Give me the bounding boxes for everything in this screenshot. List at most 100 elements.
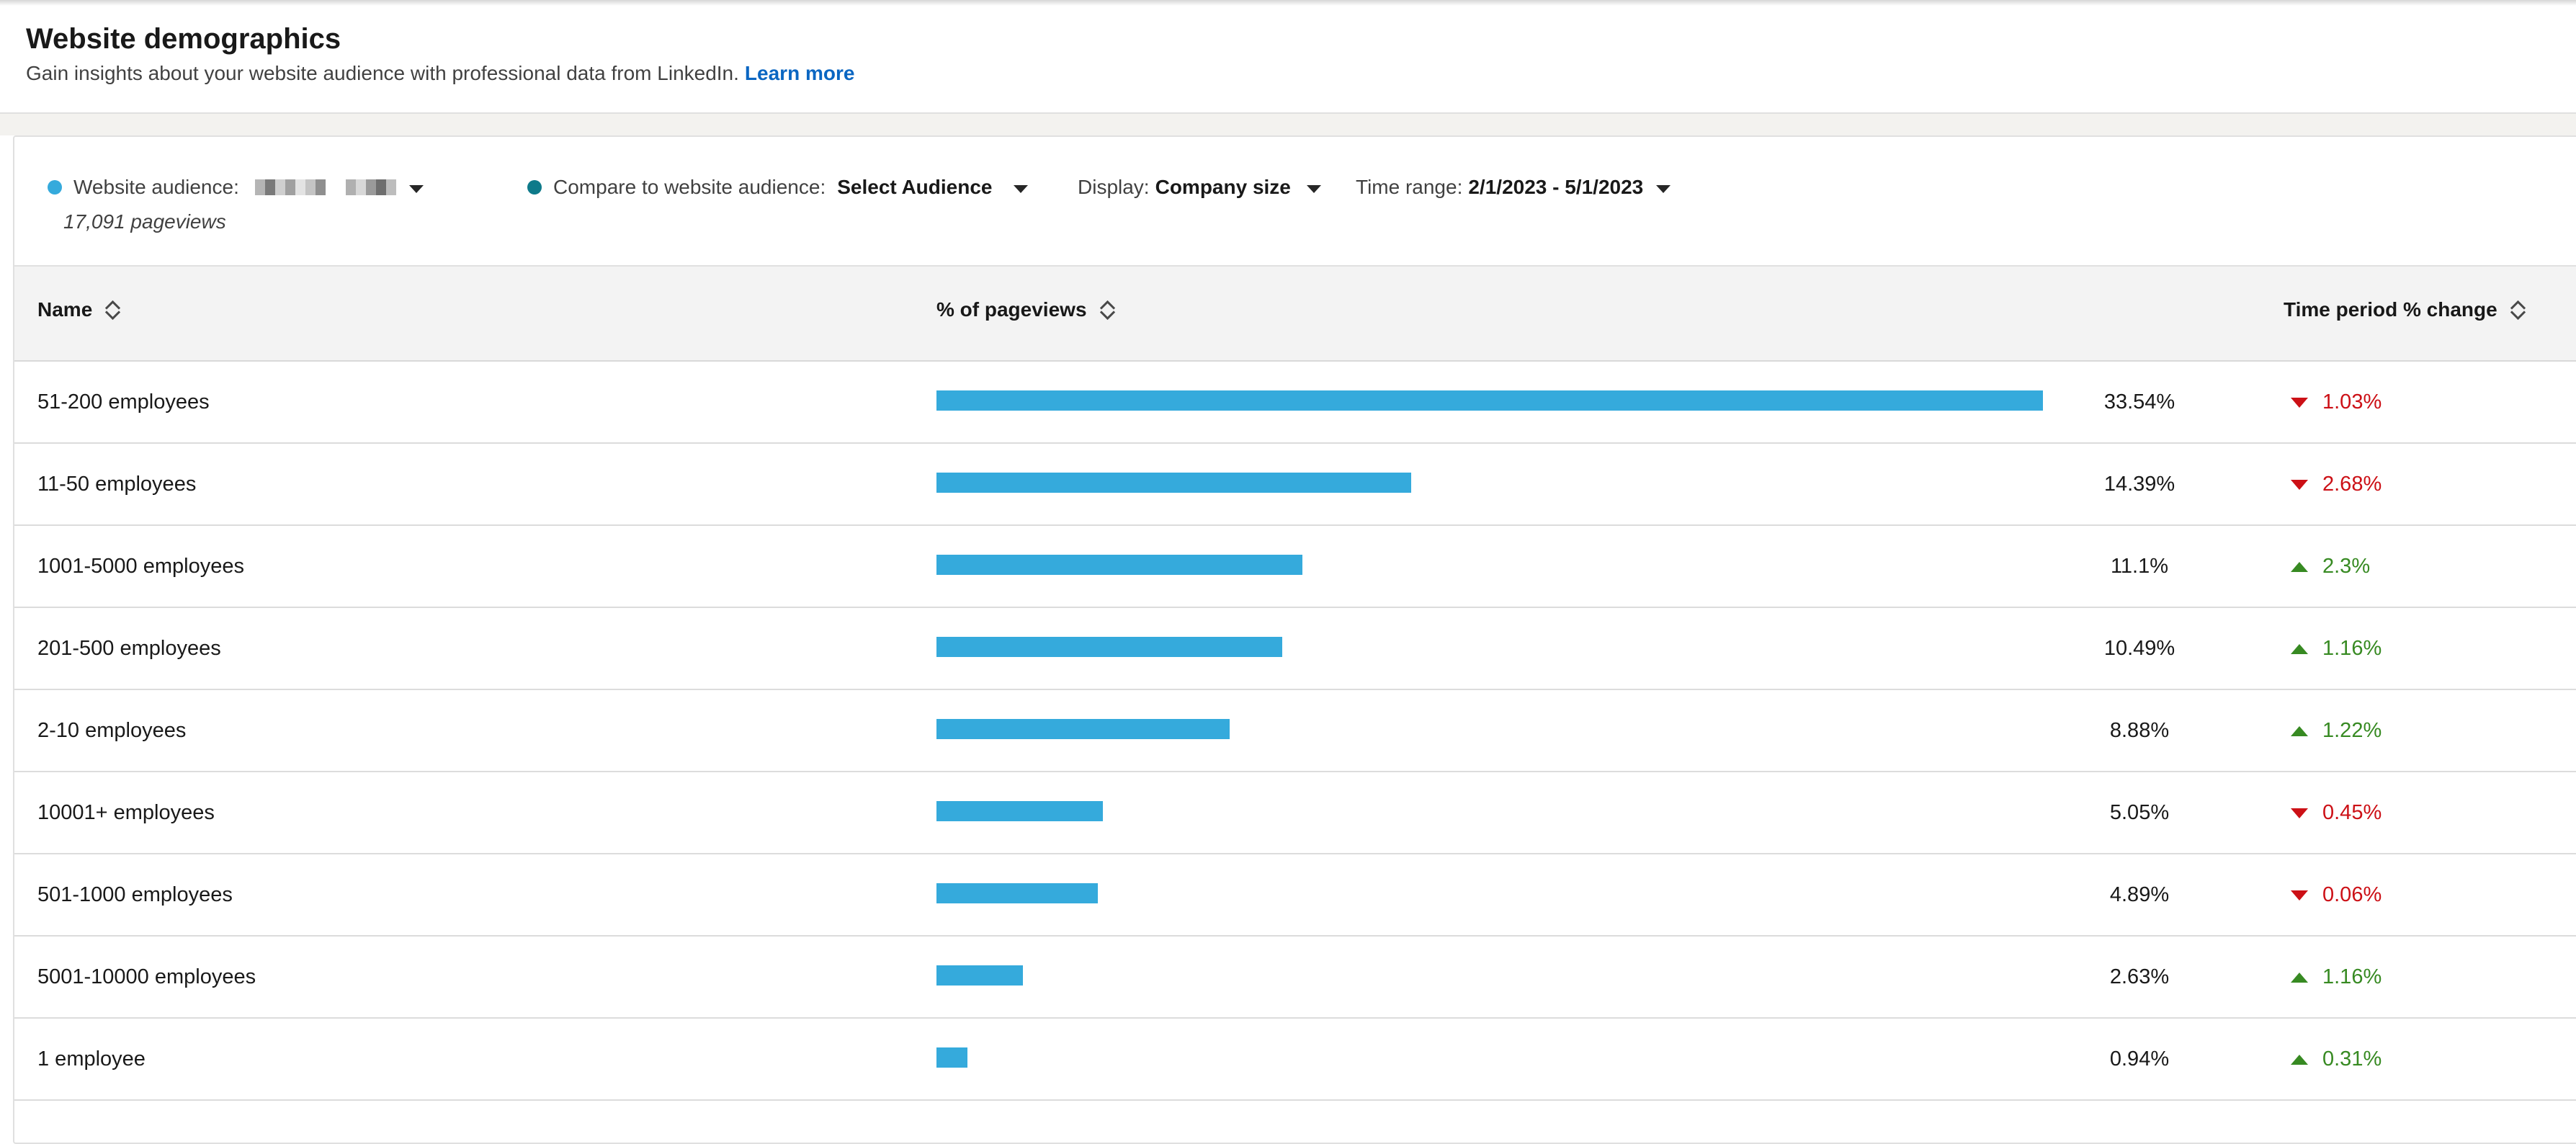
column-label: Time period % change bbox=[2284, 298, 2497, 321]
pageviews-percent: 8.88% bbox=[2109, 719, 2170, 742]
triangle-down-icon bbox=[2291, 890, 2308, 901]
pageviews-bar bbox=[936, 390, 2043, 411]
chevron-down-icon bbox=[1306, 184, 1321, 193]
chevron-down-icon bbox=[1656, 184, 1671, 193]
audience-dot-icon bbox=[48, 180, 62, 195]
period-change: 2.68% bbox=[2291, 473, 2382, 496]
change-value: 0.31% bbox=[2322, 1047, 2382, 1071]
pageviews-percent: 11.1% bbox=[2110, 555, 2169, 578]
sort-icon bbox=[1100, 298, 1116, 321]
learn-more-link[interactable]: Learn more bbox=[745, 62, 855, 84]
pageviews-bar bbox=[936, 555, 1302, 575]
subtitle-text: Gain insights about your website audienc… bbox=[26, 62, 739, 84]
table-body: 51-200 employees 33.54% 1.03% 11-50 employe… bbox=[14, 362, 2576, 1101]
chevron-down-icon bbox=[408, 184, 424, 193]
period-change: 1.03% bbox=[2291, 390, 2382, 414]
column-header-change[interactable]: Time period % change bbox=[2284, 298, 2526, 321]
row-name: 201-500 employees bbox=[37, 637, 221, 660]
pageviews-bar bbox=[936, 473, 1411, 493]
compare-audience-filter[interactable]: Compare to website audience: Select Audi… bbox=[527, 173, 1029, 202]
period-change: 1.22% bbox=[2291, 719, 2382, 743]
demographics-card: Website audience: 17,091 pageviews Compa… bbox=[13, 135, 2576, 1144]
time-range-value: 2/1/2023 - 5/1/2023 bbox=[1468, 176, 1644, 198]
row-name: 2-10 employees bbox=[37, 719, 187, 742]
pageviews-bar bbox=[936, 1047, 967, 1068]
triangle-down-icon bbox=[2291, 808, 2308, 818]
period-change: 0.31% bbox=[2291, 1047, 2382, 1071]
pageviews-percent: 2.63% bbox=[2109, 965, 2170, 988]
compare-label: Compare to website audience: bbox=[553, 176, 826, 198]
sort-icon bbox=[105, 298, 121, 321]
table-row: 501-1000 employees 4.89% 0.06% bbox=[14, 854, 2576, 937]
redacted-audience-name bbox=[254, 179, 396, 195]
triangle-up-icon bbox=[2291, 561, 2308, 572]
pageviews-bar bbox=[936, 883, 1098, 903]
pageviews-bar bbox=[936, 965, 1023, 986]
display-label: Display: bbox=[1078, 176, 1150, 198]
change-value: 2.3% bbox=[2322, 555, 2371, 578]
website-audience-filter[interactable]: Website audience: bbox=[48, 173, 424, 202]
column-label: % of pageviews bbox=[936, 298, 1087, 321]
triangle-up-icon bbox=[2291, 725, 2308, 736]
table-row: 10001+ employees 5.05% 0.45% bbox=[14, 772, 2576, 854]
column-label: Name bbox=[37, 298, 93, 321]
page-gap bbox=[0, 114, 2576, 135]
table-row: 11-50 employees 14.39% 2.68% bbox=[14, 444, 2576, 526]
display-value: Company size bbox=[1155, 176, 1291, 198]
top-shadow bbox=[0, 0, 2576, 6]
column-header-name[interactable]: Name bbox=[37, 298, 121, 321]
page-title: Website demographics bbox=[26, 23, 341, 55]
pageviews-bar bbox=[936, 719, 1230, 739]
pageviews-percent: 33.54% bbox=[2103, 390, 2175, 414]
time-range-filter[interactable]: Time range: 2/1/2023 - 5/1/2023 bbox=[1356, 173, 1671, 202]
table-row: 51-200 employees 33.54% 1.03% bbox=[14, 362, 2576, 444]
triangle-up-icon bbox=[2291, 1054, 2308, 1065]
page-header: Website demographics Gain insights about… bbox=[0, 0, 2576, 114]
change-value: 1.16% bbox=[2322, 637, 2382, 660]
pageviews-bar bbox=[936, 801, 1103, 821]
table-row: 1 employee 0.94% 0.31% bbox=[14, 1019, 2576, 1101]
table-row: 201-500 employees 10.49% 1.16% bbox=[14, 608, 2576, 690]
pageviews-percent: 10.49% bbox=[2103, 637, 2175, 660]
change-value: 0.06% bbox=[2322, 883, 2382, 906]
website-audience-label: Website audience: bbox=[73, 176, 239, 198]
change-value: 1.03% bbox=[2322, 390, 2382, 414]
chevron-down-icon bbox=[1014, 184, 1029, 193]
time-range-label: Time range: bbox=[1356, 176, 1463, 198]
table-header: Name % of pageviews Time period % change bbox=[14, 265, 2576, 362]
pageviews-percent: 4.89% bbox=[2109, 883, 2170, 906]
pageviews-count: 17,091 pageviews bbox=[63, 210, 226, 233]
change-value: 0.45% bbox=[2322, 801, 2382, 824]
row-name: 11-50 employees bbox=[37, 473, 197, 496]
row-name: 5001-10000 employees bbox=[37, 965, 256, 988]
change-value: 2.68% bbox=[2322, 473, 2382, 496]
compare-value: Select Audience bbox=[837, 176, 993, 198]
sort-icon bbox=[2510, 298, 2526, 321]
page-subtitle: Gain insights about your website audienc… bbox=[26, 62, 854, 85]
row-name: 1 employee bbox=[37, 1047, 146, 1071]
triangle-down-icon bbox=[2291, 479, 2308, 490]
row-name: 10001+ employees bbox=[37, 801, 215, 824]
table-row: 1001-5000 employees 11.1% 2.3% bbox=[14, 526, 2576, 608]
row-name: 1001-5000 employees bbox=[37, 555, 244, 578]
display-filter[interactable]: Display: Company size bbox=[1078, 173, 1321, 202]
column-header-pageviews[interactable]: % of pageviews bbox=[936, 298, 1116, 321]
period-change: 2.3% bbox=[2291, 555, 2370, 578]
triangle-down-icon bbox=[2291, 397, 2308, 408]
table-row: 5001-10000 employees 2.63% 1.16% bbox=[14, 937, 2576, 1019]
pageviews-percent: 0.94% bbox=[2109, 1047, 2170, 1071]
period-change: 0.06% bbox=[2291, 883, 2382, 907]
row-name: 501-1000 employees bbox=[37, 883, 233, 906]
triangle-up-icon bbox=[2291, 643, 2308, 654]
pageviews-percent: 14.39% bbox=[2103, 473, 2175, 496]
row-name: 51-200 employees bbox=[37, 390, 210, 414]
change-value: 1.16% bbox=[2322, 965, 2382, 988]
period-change: 1.16% bbox=[2291, 965, 2382, 989]
triangle-up-icon bbox=[2291, 972, 2308, 983]
pageviews-percent: 5.05% bbox=[2109, 801, 2170, 824]
period-change: 1.16% bbox=[2291, 637, 2382, 661]
table-row: 2-10 employees 8.88% 1.22% bbox=[14, 690, 2576, 772]
change-value: 1.22% bbox=[2322, 719, 2382, 742]
compare-dot-icon bbox=[527, 180, 542, 195]
period-change: 0.45% bbox=[2291, 801, 2382, 825]
